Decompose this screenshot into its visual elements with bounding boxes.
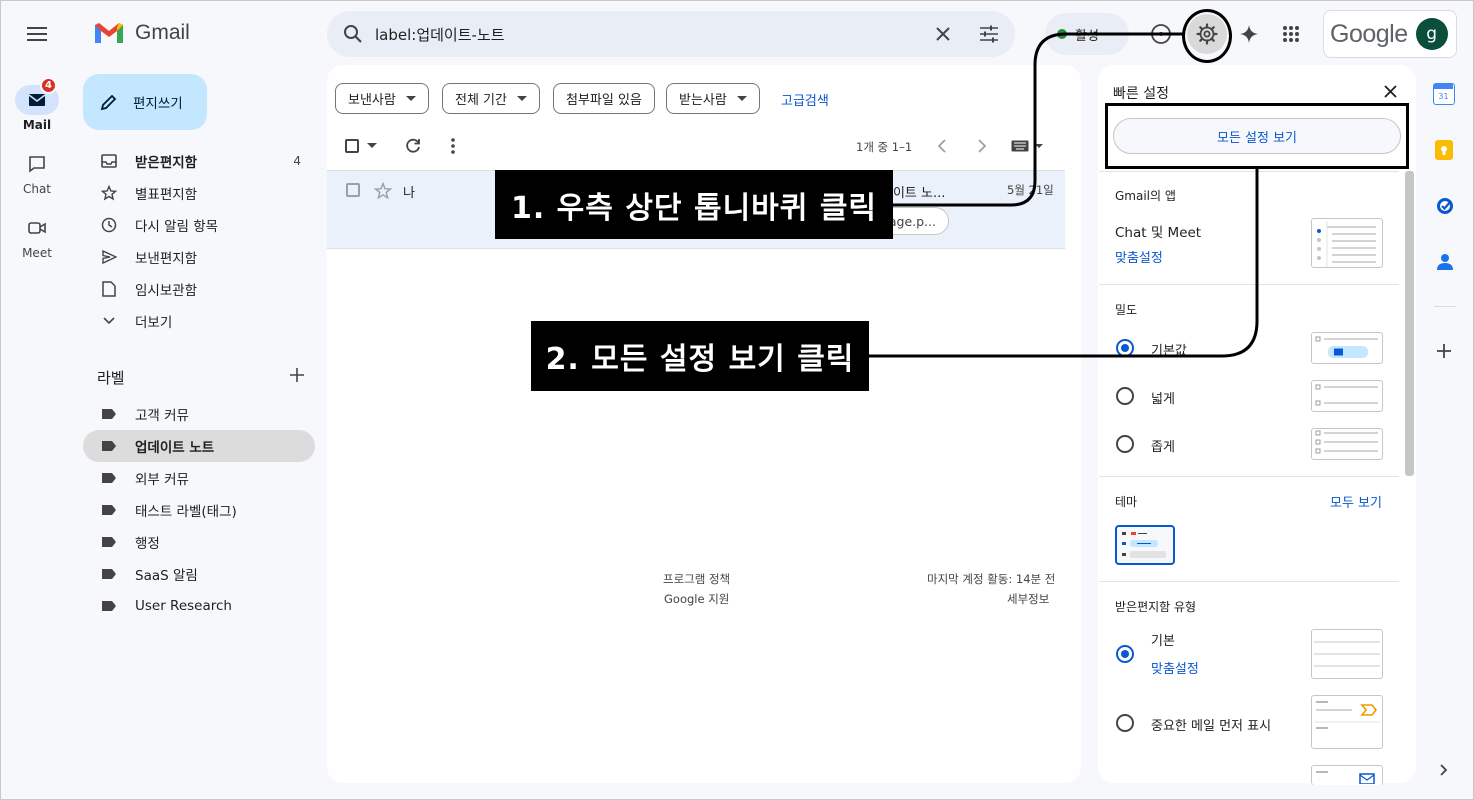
callout-step2: 2. 모든 설정 보기 클릭 — [531, 321, 869, 391]
annotation-connectors — [869, 32, 1259, 358]
connector-step2 — [869, 169, 1259, 358]
connector-step1 — [893, 32, 1183, 207]
callout-step1-text: 1. 우측 상단 톱니바퀴 클릭 — [510, 190, 878, 226]
callout-step1: 1. 우측 상단 톱니바퀴 클릭 — [495, 170, 893, 239]
callout-step2-text: 2. 모든 설정 보기 클릭 — [545, 342, 855, 377]
